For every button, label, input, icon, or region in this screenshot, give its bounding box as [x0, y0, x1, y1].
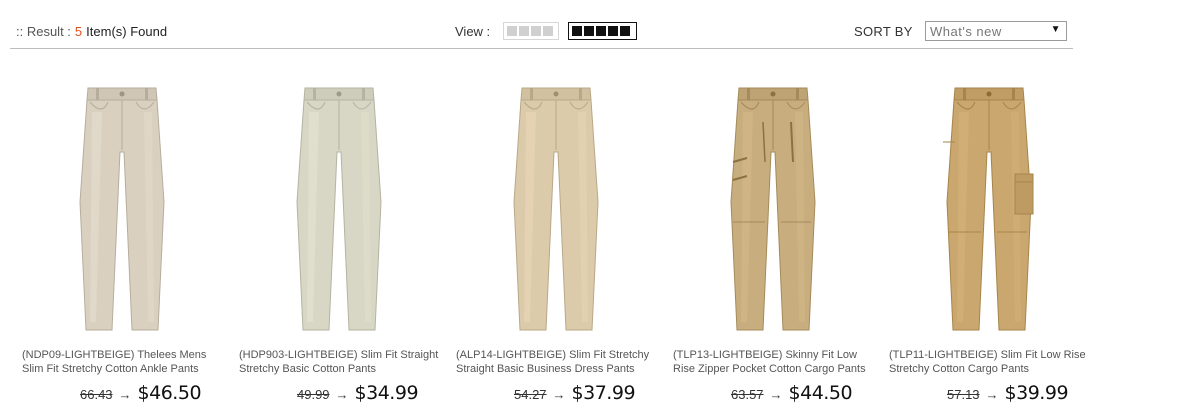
- sale-price: $39.99: [1004, 382, 1069, 404]
- product-image[interactable]: [52, 82, 192, 334]
- product-price-row: 49.99 → $34.99: [297, 382, 419, 404]
- sale-price: $34.99: [354, 382, 419, 404]
- view-5-columns-button[interactable]: [568, 22, 637, 40]
- sale-price: $44.50: [788, 382, 853, 404]
- pants-icon: [943, 87, 1034, 331]
- sort-select[interactable]: What's new ▼: [925, 21, 1067, 41]
- grid-cell-icon: [572, 26, 582, 36]
- product-image[interactable]: [703, 82, 843, 334]
- original-price: 54.27: [514, 387, 547, 402]
- sort-by-label: SORT BY: [854, 24, 913, 39]
- price-arrow-icon: →: [769, 387, 783, 402]
- dropdown-arrow-icon: ▼: [1050, 24, 1061, 35]
- price-arrow-icon: →: [118, 387, 132, 402]
- product-grid: (NDP09-LIGHTBEIGE) Thelees Mens Slim Fit…: [0, 72, 1198, 413]
- grid-cell-icon: [608, 26, 618, 36]
- product-name[interactable]: (TLP13-LIGHTBEIGE) Skinny Fit Low Rise Z…: [673, 348, 873, 376]
- result-count-text: :: Result :5 Item(s) Found: [16, 24, 167, 39]
- product-name[interactable]: (TLP11-LIGHTBEIGE) Slim Fit Low Rise Str…: [889, 348, 1089, 376]
- list-toolbar: :: Result :5 Item(s) Found View : SORT BY…: [10, 0, 1073, 49]
- pants-icon: [79, 87, 165, 331]
- pants-icon: [513, 87, 599, 331]
- price-arrow-icon: →: [335, 387, 349, 402]
- product-card: (HDP903-LIGHTBEIGE) Slim Fit Straight St…: [239, 72, 439, 413]
- product-card: (TLP13-LIGHTBEIGE) Skinny Fit Low Rise Z…: [673, 72, 873, 413]
- original-price: 66.43: [80, 387, 113, 402]
- grid-cell-icon: [543, 26, 553, 36]
- grid-cell-icon: [519, 26, 529, 36]
- sale-price: $37.99: [571, 382, 636, 404]
- price-arrow-icon: →: [552, 387, 566, 402]
- original-price: 63.57: [731, 387, 764, 402]
- product-price-row: 63.57 → $44.50: [731, 382, 853, 404]
- product-price-row: 57.13 → $39.99: [947, 382, 1069, 404]
- product-card: (TLP11-LIGHTBEIGE) Slim Fit Low Rise Str…: [889, 72, 1089, 413]
- product-card: (ALP14-LIGHTBEIGE) Slim Fit Stretchy Str…: [456, 72, 656, 413]
- original-price: 57.13: [947, 387, 980, 402]
- product-name[interactable]: (NDP09-LIGHTBEIGE) Thelees Mens Slim Fit…: [22, 348, 222, 376]
- view-4-columns-button[interactable]: [503, 22, 559, 40]
- pants-icon: [296, 87, 382, 331]
- grid-cell-icon: [507, 26, 517, 36]
- product-price-row: 54.27 → $37.99: [514, 382, 636, 404]
- result-suffix: Item(s) Found: [86, 24, 168, 39]
- product-image[interactable]: [486, 82, 626, 334]
- grid-cell-icon: [620, 26, 630, 36]
- product-name[interactable]: (ALP14-LIGHTBEIGE) Slim Fit Stretchy Str…: [456, 348, 656, 376]
- sale-price: $46.50: [137, 382, 202, 404]
- product-image[interactable]: [919, 82, 1059, 334]
- product-card: (NDP09-LIGHTBEIGE) Thelees Mens Slim Fit…: [22, 72, 222, 413]
- sort-selected-value: What's new: [930, 24, 1002, 39]
- grid-cell-icon: [531, 26, 541, 36]
- result-count: 5: [74, 24, 83, 39]
- grid-cell-icon: [584, 26, 594, 36]
- product-name[interactable]: (HDP903-LIGHTBEIGE) Slim Fit Straight St…: [239, 348, 439, 376]
- original-price: 49.99: [297, 387, 330, 402]
- view-label: View :: [455, 24, 491, 39]
- product-image[interactable]: [269, 82, 409, 334]
- result-prefix: :: Result :: [16, 24, 71, 39]
- grid-cell-icon: [596, 26, 606, 36]
- pants-icon: [730, 87, 816, 331]
- price-arrow-icon: →: [985, 387, 999, 402]
- product-price-row: 66.43 → $46.50: [80, 382, 202, 404]
